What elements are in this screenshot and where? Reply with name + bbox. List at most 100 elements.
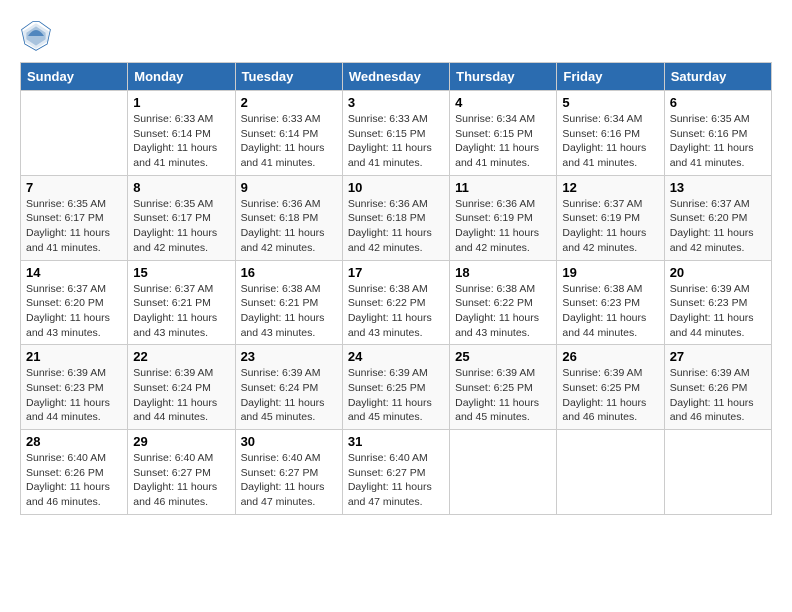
calendar-cell: 22 Sunrise: 6:39 AM Sunset: 6:24 PM Dayli… (128, 345, 235, 430)
header-saturday: Saturday (664, 63, 771, 91)
day-detail: Sunrise: 6:37 AM Sunset: 6:20 PM Dayligh… (26, 282, 122, 341)
calendar-cell (450, 430, 557, 515)
day-detail: Sunrise: 6:39 AM Sunset: 6:24 PM Dayligh… (133, 366, 229, 425)
day-number: 28 (26, 434, 122, 449)
day-number: 9 (241, 180, 337, 195)
day-detail: Sunrise: 6:38 AM Sunset: 6:21 PM Dayligh… (241, 282, 337, 341)
logo (20, 20, 56, 52)
day-detail: Sunrise: 6:40 AM Sunset: 6:26 PM Dayligh… (26, 451, 122, 510)
calendar-cell: 28 Sunrise: 6:40 AM Sunset: 6:26 PM Dayli… (21, 430, 128, 515)
day-detail: Sunrise: 6:37 AM Sunset: 6:19 PM Dayligh… (562, 197, 658, 256)
day-detail: Sunrise: 6:39 AM Sunset: 6:26 PM Dayligh… (670, 366, 766, 425)
calendar-cell: 31 Sunrise: 6:40 AM Sunset: 6:27 PM Dayli… (342, 430, 449, 515)
calendar-cell: 15 Sunrise: 6:37 AM Sunset: 6:21 PM Dayli… (128, 260, 235, 345)
day-detail: Sunrise: 6:36 AM Sunset: 6:18 PM Dayligh… (348, 197, 444, 256)
day-number: 17 (348, 265, 444, 280)
day-detail: Sunrise: 6:37 AM Sunset: 6:21 PM Dayligh… (133, 282, 229, 341)
day-detail: Sunrise: 6:36 AM Sunset: 6:18 PM Dayligh… (241, 197, 337, 256)
day-number: 25 (455, 349, 551, 364)
day-detail: Sunrise: 6:39 AM Sunset: 6:25 PM Dayligh… (455, 366, 551, 425)
calendar-cell: 2 Sunrise: 6:33 AM Sunset: 6:14 PM Daylig… (235, 91, 342, 176)
day-detail: Sunrise: 6:33 AM Sunset: 6:15 PM Dayligh… (348, 112, 444, 171)
day-detail: Sunrise: 6:34 AM Sunset: 6:16 PM Dayligh… (562, 112, 658, 171)
day-number: 5 (562, 95, 658, 110)
calendar-cell: 13 Sunrise: 6:37 AM Sunset: 6:20 PM Dayli… (664, 175, 771, 260)
calendar-cell: 30 Sunrise: 6:40 AM Sunset: 6:27 PM Dayli… (235, 430, 342, 515)
header-wednesday: Wednesday (342, 63, 449, 91)
day-detail: Sunrise: 6:38 AM Sunset: 6:22 PM Dayligh… (348, 282, 444, 341)
day-number: 16 (241, 265, 337, 280)
day-detail: Sunrise: 6:40 AM Sunset: 6:27 PM Dayligh… (348, 451, 444, 510)
calendar-cell: 14 Sunrise: 6:37 AM Sunset: 6:20 PM Dayli… (21, 260, 128, 345)
calendar-cell: 19Sunrise: 6:38 AM Sunset: 6:23 PM Dayli… (557, 260, 664, 345)
calendar-cell (21, 91, 128, 176)
calendar-cell: 20 Sunrise: 6:39 AM Sunset: 6:23 PM Dayli… (664, 260, 771, 345)
day-number: 15 (133, 265, 229, 280)
day-number: 4 (455, 95, 551, 110)
header-monday: Monday (128, 63, 235, 91)
day-detail: Sunrise: 6:33 AM Sunset: 6:14 PM Dayligh… (241, 112, 337, 171)
day-detail: Sunrise: 6:39 AM Sunset: 6:25 PM Dayligh… (348, 366, 444, 425)
calendar-cell: 11Sunrise: 6:36 AM Sunset: 6:19 PM Dayli… (450, 175, 557, 260)
day-number: 29 (133, 434, 229, 449)
day-detail: Sunrise: 6:35 AM Sunset: 6:16 PM Dayligh… (670, 112, 766, 171)
day-detail: Sunrise: 6:39 AM Sunset: 6:23 PM Dayligh… (26, 366, 122, 425)
day-number: 21 (26, 349, 122, 364)
day-detail: Sunrise: 6:35 AM Sunset: 6:17 PM Dayligh… (26, 197, 122, 256)
day-number: 13 (670, 180, 766, 195)
calendar-table: SundayMondayTuesdayWednesdayThursdayFrid… (20, 62, 772, 515)
calendar-cell: 23 Sunrise: 6:39 AM Sunset: 6:24 PM Dayli… (235, 345, 342, 430)
day-detail: Sunrise: 6:36 AM Sunset: 6:19 PM Dayligh… (455, 197, 551, 256)
day-number: 7 (26, 180, 122, 195)
day-detail: Sunrise: 6:38 AM Sunset: 6:23 PM Dayligh… (562, 282, 658, 341)
day-number: 27 (670, 349, 766, 364)
day-number: 8 (133, 180, 229, 195)
calendar-cell: 10 Sunrise: 6:36 AM Sunset: 6:18 PM Dayli… (342, 175, 449, 260)
calendar-cell: 9 Sunrise: 6:36 AM Sunset: 6:18 PM Daylig… (235, 175, 342, 260)
day-detail: Sunrise: 6:33 AM Sunset: 6:14 PM Dayligh… (133, 112, 229, 171)
day-detail: Sunrise: 6:40 AM Sunset: 6:27 PM Dayligh… (241, 451, 337, 510)
calendar-cell (557, 430, 664, 515)
calendar-cell: 16 Sunrise: 6:38 AM Sunset: 6:21 PM Dayli… (235, 260, 342, 345)
logo-icon (20, 20, 52, 52)
header-sunday: Sunday (21, 63, 128, 91)
day-number: 26 (562, 349, 658, 364)
day-number: 24 (348, 349, 444, 364)
calendar-cell: 7 Sunrise: 6:35 AM Sunset: 6:17 PM Daylig… (21, 175, 128, 260)
calendar-week-row: 14 Sunrise: 6:37 AM Sunset: 6:20 PM Dayli… (21, 260, 772, 345)
day-number: 22 (133, 349, 229, 364)
day-number: 6 (670, 95, 766, 110)
calendar-cell: 4 Sunrise: 6:34 AM Sunset: 6:15 PM Daylig… (450, 91, 557, 176)
calendar-cell: 18Sunrise: 6:38 AM Sunset: 6:22 PM Dayli… (450, 260, 557, 345)
day-number: 2 (241, 95, 337, 110)
day-detail: Sunrise: 6:37 AM Sunset: 6:20 PM Dayligh… (670, 197, 766, 256)
calendar-cell: 12 Sunrise: 6:37 AM Sunset: 6:19 PM Dayli… (557, 175, 664, 260)
day-number: 14 (26, 265, 122, 280)
day-detail: Sunrise: 6:38 AM Sunset: 6:22 PM Dayligh… (455, 282, 551, 341)
header-friday: Friday (557, 63, 664, 91)
day-number: 30 (241, 434, 337, 449)
day-number: 20 (670, 265, 766, 280)
day-detail: Sunrise: 6:34 AM Sunset: 6:15 PM Dayligh… (455, 112, 551, 171)
day-detail: Sunrise: 6:39 AM Sunset: 6:23 PM Dayligh… (670, 282, 766, 341)
calendar-cell: 17 Sunrise: 6:38 AM Sunset: 6:22 PM Dayli… (342, 260, 449, 345)
calendar-cell: 27 Sunrise: 6:39 AM Sunset: 6:26 PM Dayli… (664, 345, 771, 430)
calendar-cell: 5 Sunrise: 6:34 AM Sunset: 6:16 PM Daylig… (557, 91, 664, 176)
calendar-week-row: 28 Sunrise: 6:40 AM Sunset: 6:26 PM Dayli… (21, 430, 772, 515)
day-number: 12 (562, 180, 658, 195)
calendar-cell: 8Sunrise: 6:35 AM Sunset: 6:17 PM Daylig… (128, 175, 235, 260)
calendar-header-row: SundayMondayTuesdayWednesdayThursdayFrid… (21, 63, 772, 91)
calendar-cell: 1 Sunrise: 6:33 AM Sunset: 6:14 PM Daylig… (128, 91, 235, 176)
day-detail: Sunrise: 6:39 AM Sunset: 6:25 PM Dayligh… (562, 366, 658, 425)
day-detail: Sunrise: 6:39 AM Sunset: 6:24 PM Dayligh… (241, 366, 337, 425)
day-number: 31 (348, 434, 444, 449)
calendar-week-row: 7 Sunrise: 6:35 AM Sunset: 6:17 PM Daylig… (21, 175, 772, 260)
calendar-cell: 26 Sunrise: 6:39 AM Sunset: 6:25 PM Dayli… (557, 345, 664, 430)
calendar-cell: 24 Sunrise: 6:39 AM Sunset: 6:25 PM Dayli… (342, 345, 449, 430)
page-header (20, 20, 772, 52)
day-number: 1 (133, 95, 229, 110)
day-number: 23 (241, 349, 337, 364)
day-number: 10 (348, 180, 444, 195)
header-thursday: Thursday (450, 63, 557, 91)
header-tuesday: Tuesday (235, 63, 342, 91)
